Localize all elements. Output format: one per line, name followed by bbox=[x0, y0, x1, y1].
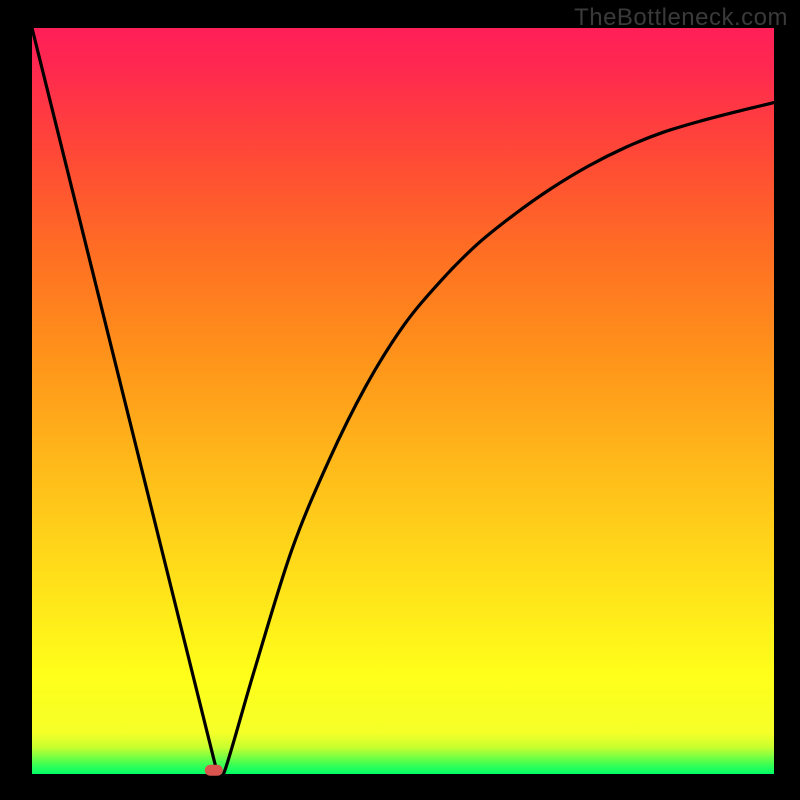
watermark-text: TheBottleneck.com bbox=[574, 4, 788, 32]
chart-frame: TheBottleneck.com bbox=[0, 0, 800, 800]
optimal-marker bbox=[205, 765, 223, 776]
plot-background bbox=[32, 28, 774, 774]
chart-canvas bbox=[0, 0, 800, 800]
